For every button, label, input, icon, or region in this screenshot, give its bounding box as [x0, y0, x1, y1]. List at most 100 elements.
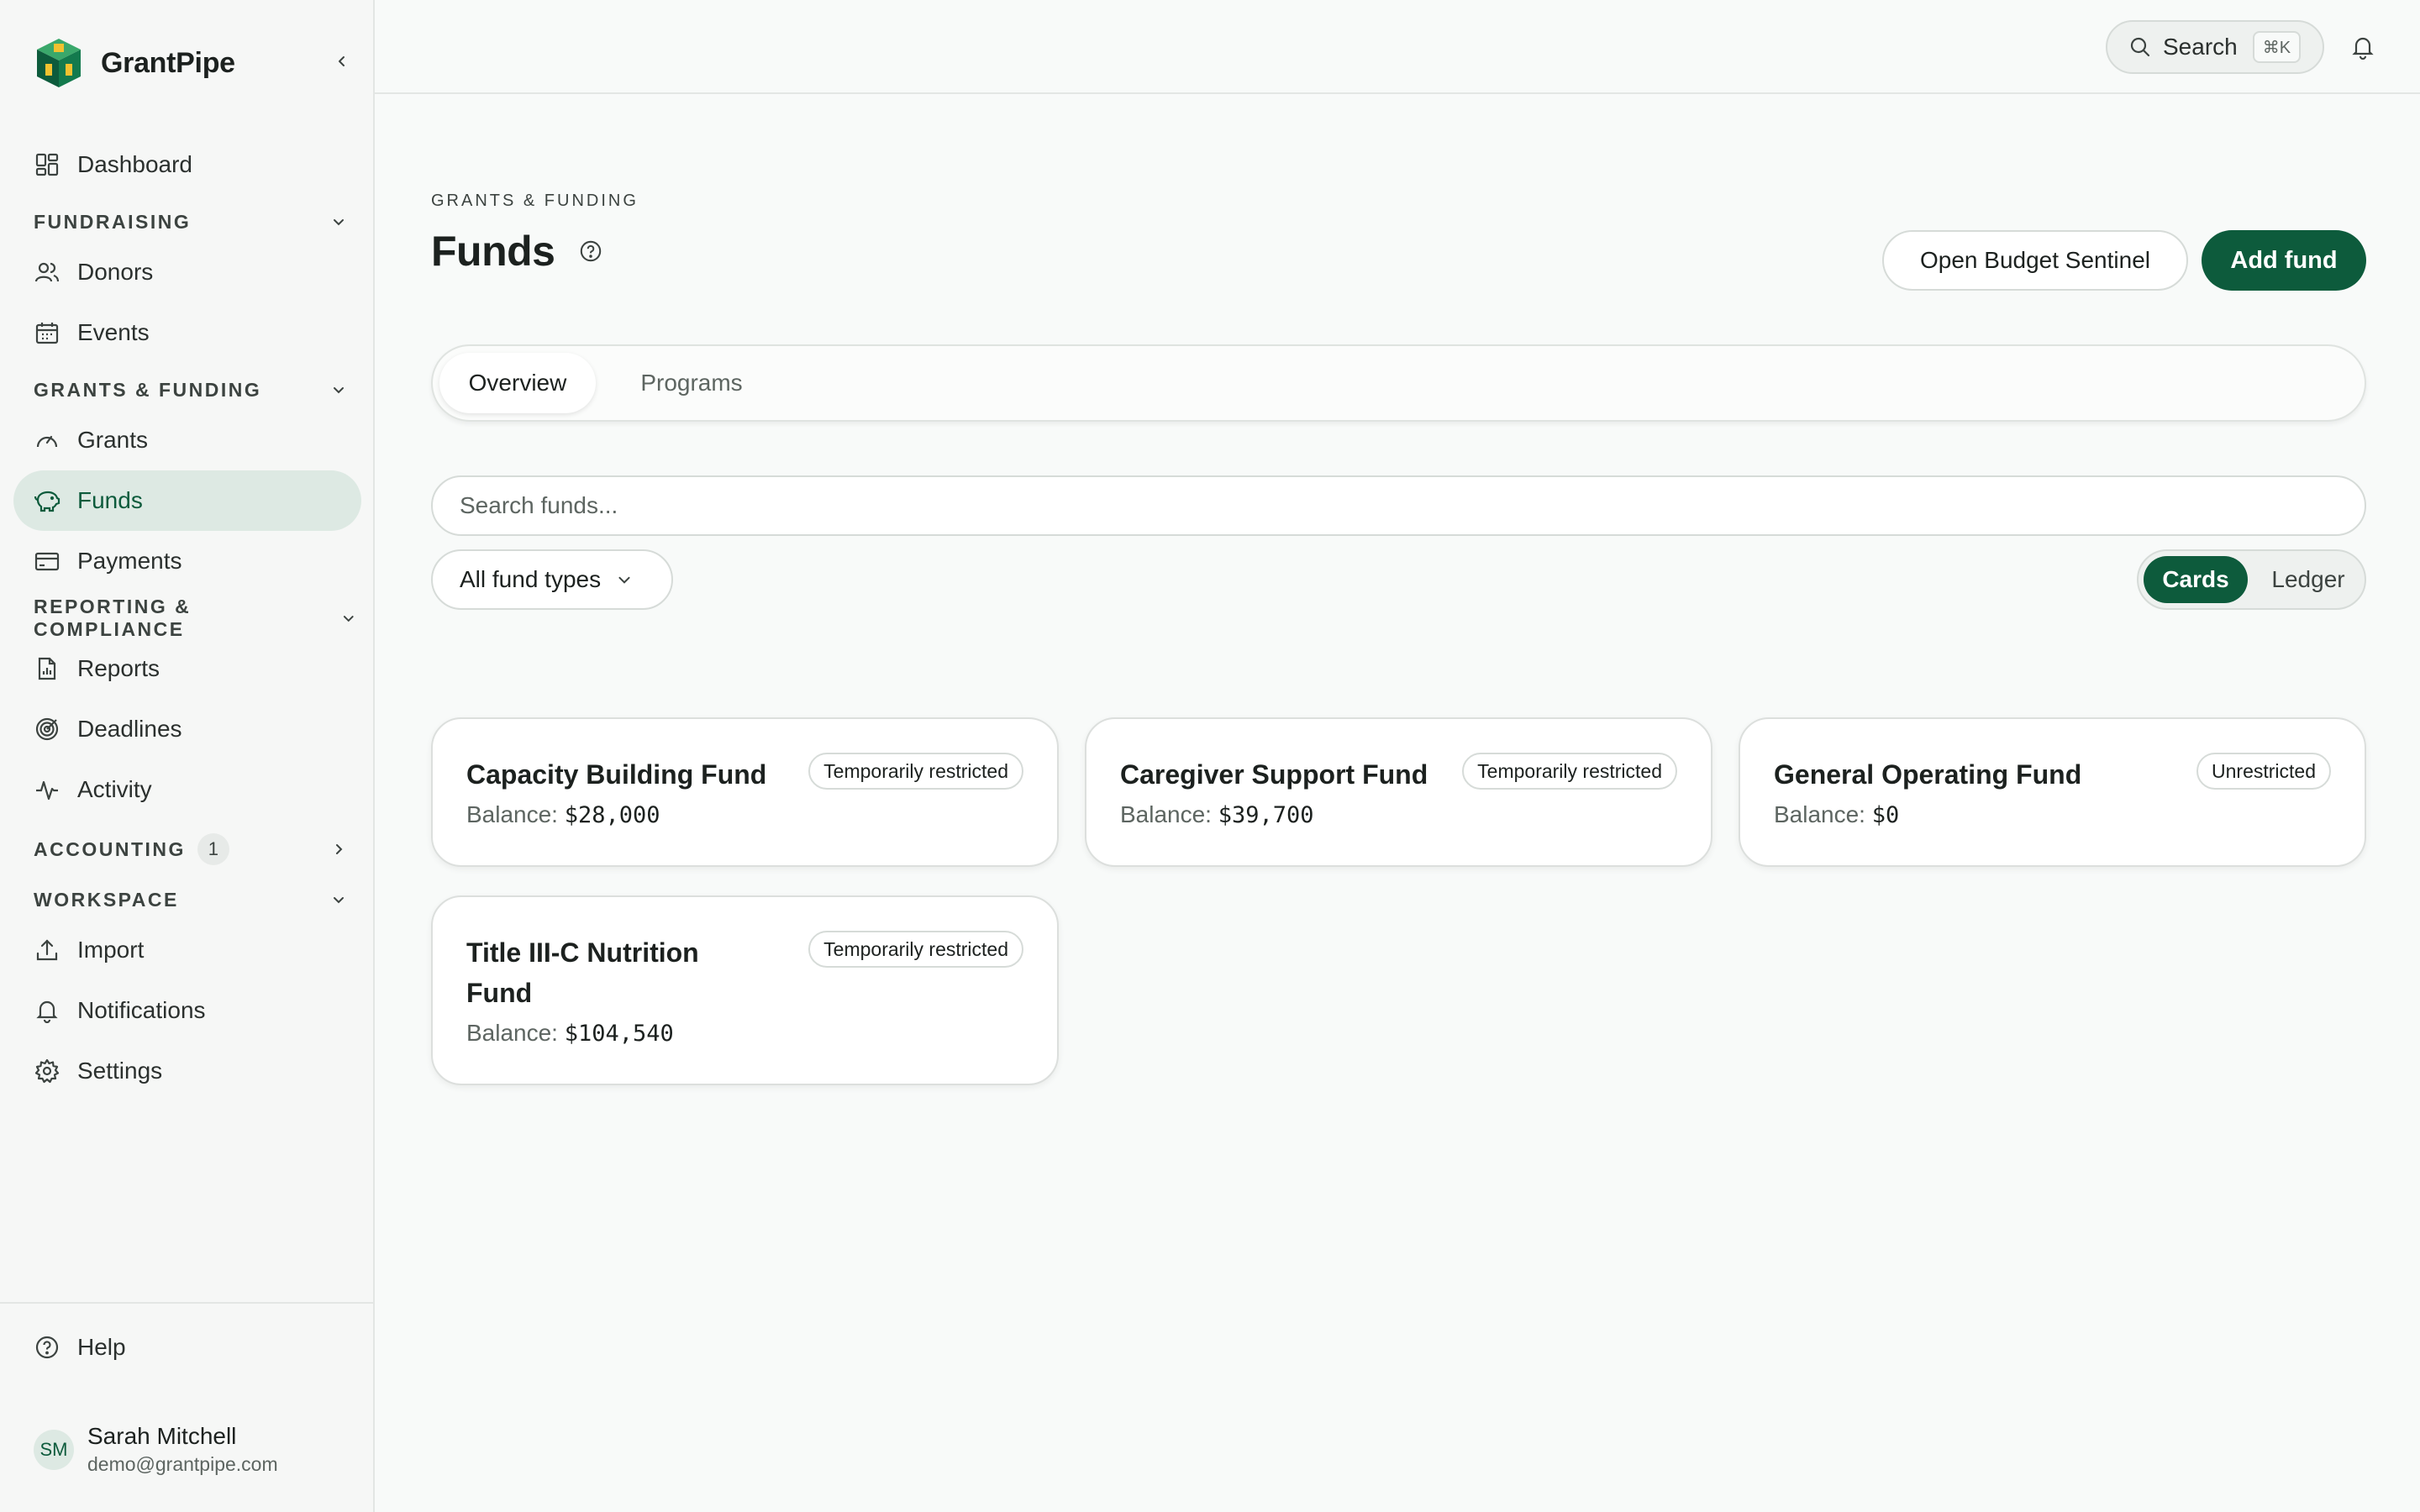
chevron-down-icon — [334, 897, 344, 904]
global-search-button[interactable]: Search ⌘K — [2106, 20, 2324, 74]
fund-type-badge: Temporarily restricted — [1462, 753, 1677, 790]
notifications-button[interactable] — [2348, 32, 2378, 62]
brand[interactable]: GrantPipe — [34, 37, 235, 89]
search-icon — [2130, 37, 2150, 57]
topbar: Search ⌘K — [375, 0, 2420, 94]
bell-icon — [2352, 37, 2374, 60]
balance-amount: $39,700 — [1218, 802, 1314, 828]
sidebar-item-label: Funds — [77, 487, 143, 513]
help-circle-icon — [34, 1334, 60, 1361]
user-profile[interactable]: SM Sarah Mitchell demo@grantpipe.com — [34, 1423, 278, 1476]
gear-icon — [34, 1058, 60, 1084]
sidebar-item-donors[interactable]: Donors — [13, 242, 361, 302]
view-ledger-button[interactable]: Ledger — [2254, 556, 2362, 603]
view-cards-button[interactable]: Cards — [2144, 556, 2248, 603]
sidebar-item-dashboard[interactable]: Dashboard — [13, 134, 361, 195]
balance-label: Balance: — [1120, 801, 1212, 827]
target-icon — [34, 716, 60, 743]
dashboard-icon — [34, 151, 60, 178]
fund-card[interactable]: General Operating Fund Unrestricted Bala… — [1739, 717, 2366, 867]
balance-label: Balance: — [466, 801, 558, 827]
users-icon — [34, 259, 60, 286]
sidebar-item-funds[interactable]: Funds — [13, 470, 361, 531]
collapse-sidebar-button[interactable] — [329, 49, 355, 74]
sidebar-item-notifications[interactable]: Notifications — [13, 980, 361, 1041]
fund-type-badge: Temporarily restricted — [808, 753, 1023, 790]
tab-overview[interactable]: Overview — [439, 353, 596, 413]
fund-card[interactable]: Caregiver Support Fund Temporarily restr… — [1085, 717, 1712, 867]
calendar-icon — [34, 319, 60, 346]
fund-name: Capacity Building Fund — [466, 759, 767, 790]
balance-label: Balance: — [466, 1020, 558, 1046]
sidebar-item-reports[interactable]: Reports — [13, 638, 361, 699]
avatar: SM — [34, 1429, 74, 1470]
user-name: Sarah Mitchell — [87, 1423, 237, 1449]
sidebar-item-label: Notifications — [77, 997, 206, 1023]
page-title: Funds — [431, 228, 555, 275]
balance-amount: $104,540 — [564, 1021, 674, 1047]
user-email: demo@grantpipe.com — [87, 1453, 278, 1475]
chevron-left-icon — [339, 56, 345, 66]
gauge-icon — [34, 427, 60, 454]
section-fundraising[interactable]: FUNDRAISING — [34, 205, 346, 239]
section-label: FUNDRAISING — [34, 210, 192, 233]
add-fund-button[interactable]: Add fund — [2202, 230, 2366, 291]
sidebar-footer: Help SM Sarah Mitchell demo@grantpipe.co… — [0, 1302, 375, 1512]
help-label: Help — [77, 1334, 126, 1360]
sidebar-item-label: Deadlines — [77, 716, 182, 742]
fund-card[interactable]: Title III-C Nutrition Fund Temporarily r… — [431, 895, 1059, 1085]
sidebar: GrantPipe Dashboard FUNDRAISING Donors E… — [0, 0, 375, 1512]
search-funds-input[interactable] — [431, 475, 2366, 536]
fund-balance: Balance: $104,540 — [466, 1020, 674, 1047]
sidebar-item-settings[interactable]: Settings — [13, 1041, 361, 1101]
section-label: ACCOUNTING — [34, 837, 186, 860]
balance-amount: $28,000 — [564, 802, 660, 828]
fund-type-select[interactable]: All fund types — [431, 549, 673, 610]
sidebar-item-grants[interactable]: Grants — [13, 410, 361, 470]
fund-type-badge: Temporarily restricted — [808, 931, 1023, 968]
help-link[interactable]: Help — [34, 1334, 126, 1361]
fund-name: Title III-C Nutrition Fund — [466, 937, 699, 1008]
sidebar-item-label: Dashboard — [77, 151, 192, 177]
sidebar-item-label: Import — [77, 937, 145, 963]
chevron-down-icon — [334, 219, 344, 226]
sidebar-item-activity[interactable]: Activity — [13, 759, 361, 820]
app-name: GrantPipe — [101, 46, 235, 79]
balance-label: Balance: — [1774, 801, 1865, 827]
help-circle-icon[interactable] — [578, 239, 603, 264]
chevron-down-icon — [334, 387, 344, 394]
section-workspace[interactable]: WORKSPACE — [34, 883, 346, 916]
sidebar-item-label: Activity — [77, 776, 152, 802]
tab-programs[interactable]: Programs — [609, 353, 774, 413]
sidebar-item-label: Settings — [77, 1058, 163, 1084]
section-accounting[interactable]: ACCOUNTING 1 — [34, 832, 346, 866]
sidebar-item-label: Events — [77, 319, 150, 345]
fund-card[interactable]: Capacity Building Fund Temporarily restr… — [431, 717, 1059, 867]
section-label: WORKSPACE — [34, 888, 179, 911]
sidebar-item-label: Donors — [77, 259, 154, 285]
grantpipe-logo-icon — [37, 39, 81, 87]
chevron-down-icon — [616, 570, 634, 589]
shortcut-hint: ⌘K — [2252, 31, 2302, 63]
section-grants-funding[interactable]: GRANTS & FUNDING — [34, 373, 346, 407]
section-label: GRANTS & FUNDING — [34, 378, 262, 401]
view-toggle: Cards Ledger — [2137, 549, 2366, 610]
tab-bar: Overview Programs — [431, 344, 2366, 422]
sidebar-item-import[interactable]: Import — [13, 920, 361, 980]
section-label: REPORTING & COMPLIANCE — [34, 596, 192, 640]
upload-icon — [34, 937, 60, 963]
sidebar-item-label: Payments — [77, 548, 182, 574]
fund-name: General Operating Fund — [1774, 759, 2082, 790]
sidebar-item-payments[interactable]: Payments — [13, 531, 361, 591]
section-reporting-compliance[interactable]: REPORTING & COMPLIANCE — [34, 596, 356, 640]
credit-card-icon — [34, 548, 60, 575]
sidebar-item-deadlines[interactable]: Deadlines — [13, 699, 361, 759]
chevron-down-icon — [344, 616, 355, 622]
open-budget-sentinel-button[interactable]: Open Budget Sentinel — [1882, 230, 2188, 291]
search-label: Search — [2163, 34, 2238, 60]
fund-type-badge: Unrestricted — [2196, 753, 2331, 790]
piggy-bank-icon — [34, 487, 60, 514]
balance-amount: $0 — [1871, 802, 1900, 828]
sidebar-item-events[interactable]: Events — [13, 302, 361, 363]
fund-name: Caregiver Support Fund — [1120, 759, 1428, 790]
